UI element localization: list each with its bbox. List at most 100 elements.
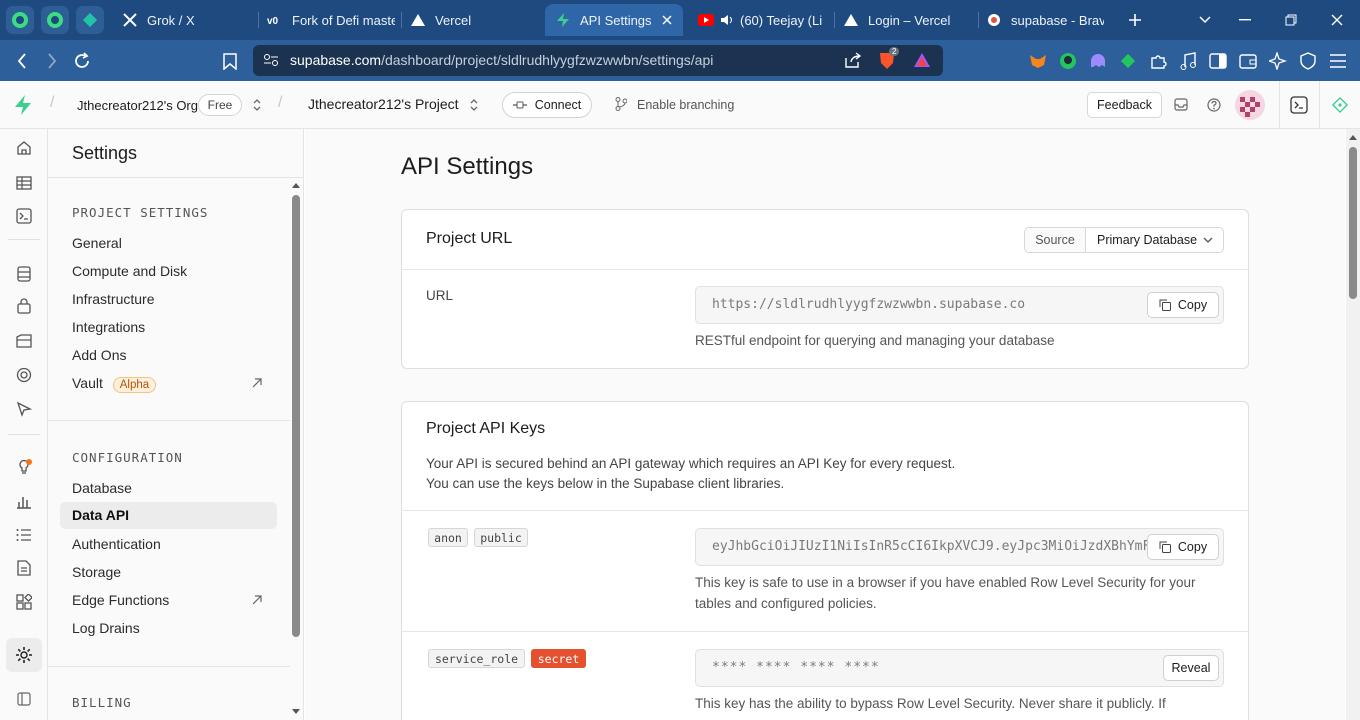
page-scrollbar-thumb[interactable] <box>1349 147 1357 299</box>
chevron-up-down-icon[interactable] <box>252 98 262 112</box>
source-value[interactable]: Primary Database <box>1086 228 1203 252</box>
metamask-icon[interactable] <box>1026 49 1050 73</box>
menu-icon[interactable] <box>1326 49 1350 73</box>
avatar[interactable] <box>1235 90 1265 120</box>
tab-vercel[interactable]: Vercel <box>410 4 538 36</box>
feedback-button[interactable]: Feedback <box>1087 92 1162 118</box>
chevron-down-icon <box>1199 16 1211 24</box>
sidebar-item-data-api[interactable]: Data API <box>60 502 277 529</box>
vpn-shield-icon[interactable] <box>1296 49 1320 73</box>
sidebar-item-authentication[interactable]: Authentication <box>72 536 161 552</box>
pinned-tab-1[interactable] <box>6 6 34 34</box>
home-icon[interactable] <box>14 138 34 158</box>
copy-anon-key-button[interactable]: Copy <box>1147 534 1219 560</box>
url-path: /dashboard/project/sldlrudhlyygfzwzwwbn/… <box>381 52 714 68</box>
sql-editor-icon[interactable] <box>14 206 34 226</box>
tab-api-settings[interactable]: API Settings | <box>545 4 683 36</box>
project-nav-rail <box>0 129 48 720</box>
org-name[interactable]: Jthecreator212's Org <box>77 98 198 113</box>
service-role-key-field[interactable]: **** **** **** **** Reveal <box>695 649 1224 687</box>
project-url-field[interactable]: https://sldlrudhlyygfzwzwwbn.supabase.co… <box>695 286 1224 324</box>
project-name[interactable]: Jthecreator212's Project <box>308 96 459 112</box>
extension-avatar-icon[interactable] <box>1056 49 1080 73</box>
forward-button[interactable] <box>40 49 64 73</box>
connect-button[interactable]: Connect <box>502 92 592 118</box>
speaker-icon[interactable] <box>719 12 735 28</box>
tab-youtube[interactable]: (60) Teejay (Li <box>698 4 826 36</box>
collapse-sidebar-icon[interactable] <box>14 689 34 709</box>
scroll-up-arrow-icon[interactable] <box>291 181 301 189</box>
tab-defi[interactable]: v0 Fork of Defi maste <box>267 4 395 36</box>
diamond-extension-icon[interactable] <box>1116 49 1140 73</box>
tab-grok[interactable]: Grok / X <box>122 4 250 36</box>
site-settings-icon[interactable] <box>263 53 279 67</box>
android-icon <box>12 12 28 28</box>
assistant-icon[interactable] <box>1331 96 1349 114</box>
database-icon[interactable] <box>14 264 34 284</box>
brave-rewards-icon[interactable] <box>913 52 931 68</box>
rail-divider <box>8 434 40 435</box>
realtime-icon[interactable] <box>14 365 34 385</box>
page-scrollbar[interactable] <box>1346 129 1360 720</box>
sidebar-scrollbar-thumb[interactable] <box>292 195 300 637</box>
logs-list-icon[interactable] <box>14 525 34 545</box>
storage-icon[interactable] <box>14 331 34 351</box>
sidebar-item-edge-functions[interactable]: Edge Functions <box>72 592 169 608</box>
back-button[interactable] <box>10 49 34 73</box>
sidebar-toggle-icon[interactable] <box>1206 49 1230 73</box>
reload-button[interactable] <box>70 49 94 73</box>
gear-icon[interactable] <box>14 645 34 665</box>
source-selector[interactable]: Source Primary Database <box>1024 227 1224 253</box>
url-label: URL <box>426 288 454 303</box>
help-icon[interactable] <box>1207 98 1221 112</box>
supabase-logo-icon[interactable] <box>14 95 32 115</box>
leo-ai-icon[interactable] <box>1266 49 1290 73</box>
chevron-up-down-icon[interactable] <box>469 98 479 112</box>
enable-branching-button[interactable]: Enable branching <box>637 98 734 112</box>
integrations-icon[interactable] <box>14 592 34 612</box>
close-tab-icon[interactable] <box>662 15 672 25</box>
sql-terminal-icon[interactable] <box>1290 96 1308 114</box>
edge-functions-icon[interactable] <box>14 399 34 419</box>
anon-key-field[interactable]: eyJhbGciOiJIUzI1NiIsInR5cCI6IkpXVCJ9.eyJ… <box>695 528 1224 566</box>
ghost-extension-icon[interactable] <box>1086 49 1110 73</box>
scroll-down-arrow-icon[interactable] <box>291 708 301 716</box>
scroll-up-arrow-icon[interactable] <box>1348 133 1358 141</box>
table-editor-icon[interactable] <box>14 173 34 193</box>
reveal-key-button[interactable]: Reveal <box>1163 655 1219 681</box>
music-icon[interactable] <box>1176 49 1200 73</box>
bookmark-button[interactable] <box>218 49 242 73</box>
pinned-tab-2[interactable] <box>41 6 69 34</box>
sidebar-item-database[interactable]: Database <box>72 480 132 496</box>
copy-label: Copy <box>1177 298 1208 312</box>
extensions-puzzle-icon[interactable] <box>1146 49 1170 73</box>
sidebar-item-add-ons[interactable]: Add Ons <box>72 347 126 363</box>
git-branch-icon <box>615 97 627 111</box>
new-tab-button[interactable] <box>1112 0 1158 40</box>
inbox-icon[interactable] <box>1174 98 1188 111</box>
auth-lock-icon[interactable] <box>14 296 34 316</box>
api-docs-icon[interactable] <box>14 558 34 578</box>
restore-button[interactable] <box>1268 0 1314 40</box>
brave-search-icon <box>986 12 1002 28</box>
reports-chart-icon[interactable] <box>14 491 34 511</box>
sidebar-item-storage[interactable]: Storage <box>72 564 121 580</box>
sidebar-item-infrastructure[interactable]: Infrastructure <box>72 291 154 307</box>
tab-supabase-search[interactable]: supabase - Brave <box>986 4 1104 36</box>
address-bar[interactable]: supabase.com/dashboard/project/sldlrudhl… <box>253 45 943 76</box>
sidebar-item-integrations[interactable]: Integrations <box>72 319 145 335</box>
sidebar-item-log-drains[interactable]: Log Drains <box>72 620 140 636</box>
share-icon[interactable] <box>844 52 862 68</box>
tab-title: Grok / X <box>147 12 195 28</box>
sidebar-item-general[interactable]: General <box>72 235 122 251</box>
copy-url-button[interactable]: Copy <box>1147 292 1219 318</box>
pinned-tab-3[interactable] <box>76 6 104 34</box>
sidebar-item-compute-and-disk[interactable]: Compute and Disk <box>72 263 187 279</box>
advisors-lightbulb-icon[interactable] <box>14 457 34 477</box>
minimize-button[interactable] <box>1222 0 1268 40</box>
sidebar-item-vault[interactable]: Vault Alpha <box>72 375 157 393</box>
wallet-icon[interactable] <box>1236 49 1260 73</box>
close-window-button[interactable] <box>1314 0 1360 40</box>
tab-separator <box>978 12 979 28</box>
tab-vercel-login[interactable]: Login – Vercel <box>843 4 971 36</box>
